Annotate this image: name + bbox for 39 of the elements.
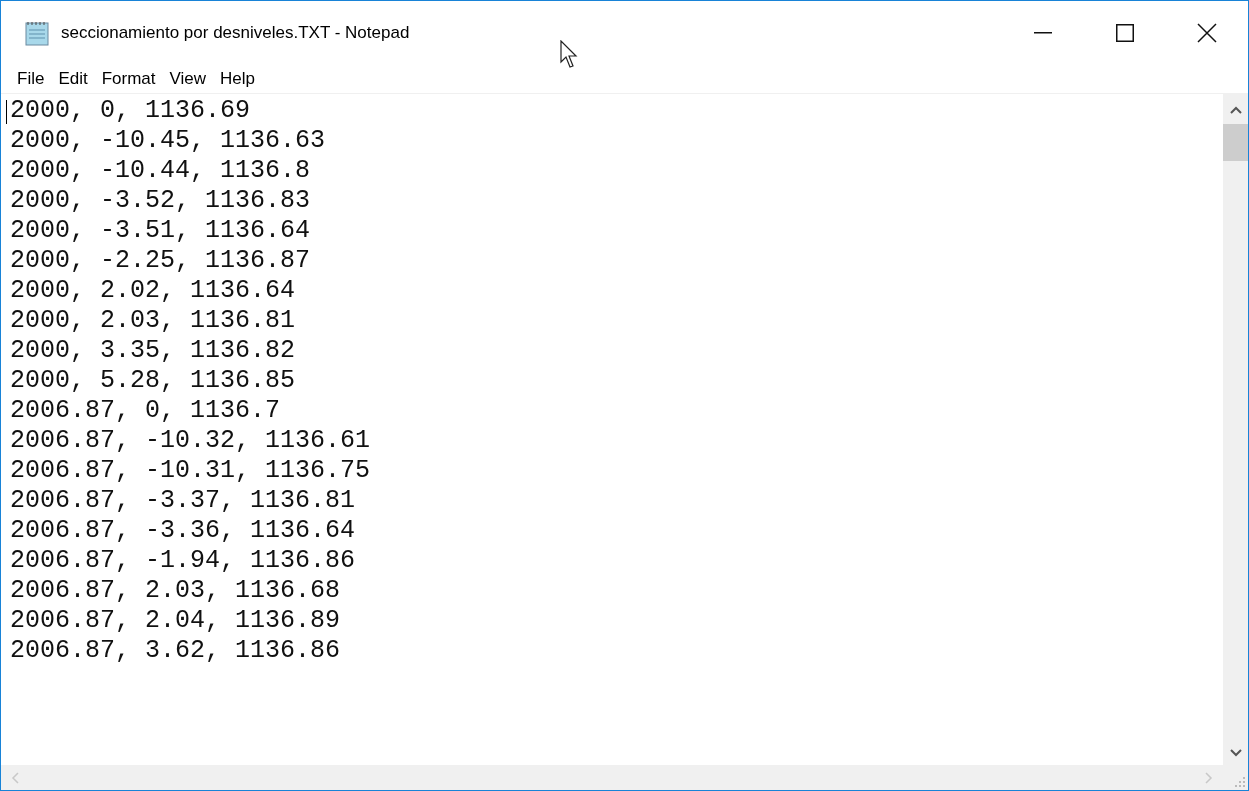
text-line: 2000, 0, 1136.69 bbox=[10, 96, 251, 126]
text-line: 2006.87, -3.37, 1136.81 bbox=[10, 486, 356, 516]
text-line: 2000, 2.02, 1136.64 bbox=[10, 276, 296, 306]
text-line: 2006.87, -10.31, 1136.75 bbox=[10, 456, 371, 486]
text-line: 2006.87, -10.32, 1136.61 bbox=[10, 426, 371, 456]
menu-item[interactable]: Edit bbox=[51, 66, 95, 92]
horizontal-scrollbar[interactable] bbox=[1, 765, 1223, 790]
text-caret bbox=[6, 100, 7, 124]
menu-item[interactable]: Format bbox=[94, 66, 163, 92]
text-line: 2006.87, 2.03, 1136.68 bbox=[10, 576, 341, 606]
scrollbar-thumb[interactable] bbox=[1223, 124, 1248, 161]
text-line: 2000, -10.44, 1136.8 bbox=[10, 156, 311, 186]
text-line: 2006.87, 2.04, 1136.89 bbox=[10, 606, 341, 636]
text-line: 2000, 3.35, 1136.82 bbox=[10, 336, 296, 366]
text-line: 2000, -3.51, 1136.64 bbox=[10, 216, 311, 246]
text-line: 2006.87, -3.36, 1136.64 bbox=[10, 516, 356, 546]
minimize-icon bbox=[1034, 32, 1052, 34]
menu-item[interactable]: View bbox=[162, 66, 214, 92]
menu-item[interactable]: Help bbox=[213, 66, 263, 92]
close-icon bbox=[1197, 23, 1217, 43]
window-title: seccionamiento por desniveles.TXT - Notepad bbox=[61, 22, 410, 45]
mouse-pointer-icon bbox=[560, 40, 580, 70]
text-line: 2000, 2.03, 1136.81 bbox=[10, 306, 296, 336]
scroll-right-icon[interactable] bbox=[1205, 771, 1213, 784]
text-line: 2000, -10.45, 1136.63 bbox=[10, 126, 326, 156]
scroll-left-icon[interactable] bbox=[11, 771, 19, 784]
menu-item[interactable]: File bbox=[10, 66, 52, 92]
scroll-down-icon[interactable] bbox=[1229, 749, 1242, 757]
text-line: 2000, 5.28, 1136.85 bbox=[10, 366, 296, 396]
resize-grip-icon[interactable] bbox=[1235, 777, 1245, 787]
text-line: 2000, -3.52, 1136.83 bbox=[10, 186, 311, 216]
vertical-scrollbar[interactable] bbox=[1223, 94, 1248, 765]
scroll-up-icon[interactable] bbox=[1229, 106, 1242, 114]
maximize-icon bbox=[1116, 24, 1134, 42]
text-line: 2000, -2.25, 1136.87 bbox=[10, 246, 311, 276]
text-line: 2006.87, -1.94, 1136.86 bbox=[10, 546, 356, 576]
text-line: 2006.87, 0, 1136.7 bbox=[10, 396, 281, 426]
notepad-icon bbox=[23, 19, 51, 47]
text-line: 2006.87, 3.62, 1136.86 bbox=[10, 636, 341, 666]
